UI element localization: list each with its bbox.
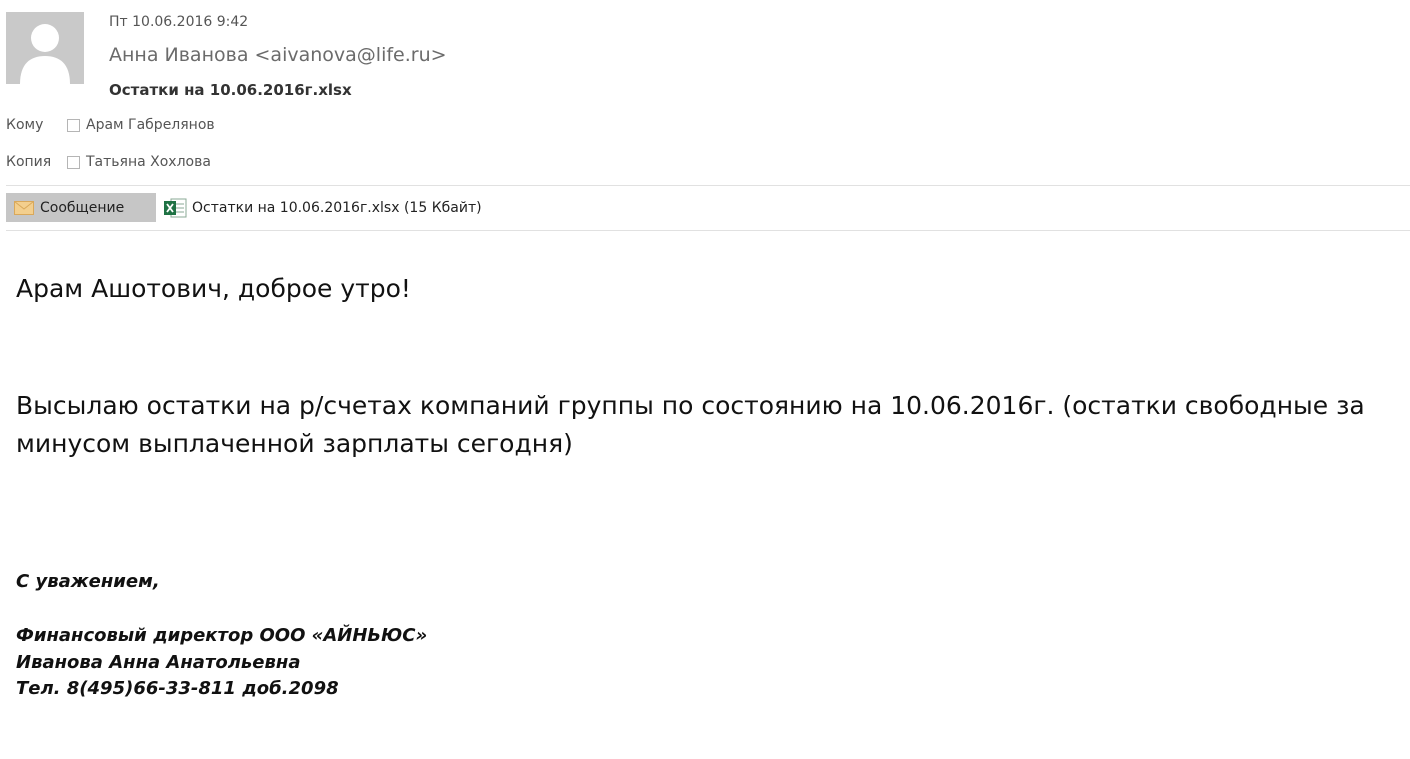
attachment-name: Остатки на 10.06.2016г.xlsx (15 Кбайт) <box>192 200 482 216</box>
signature-position: Финансовый директор ООО «АЙНЬЮС» <box>16 625 428 646</box>
excel-file-icon <box>163 197 187 219</box>
recipient-checkbox[interactable] <box>67 155 80 169</box>
email-subject: Остатки на 10.06.2016г.xlsx <box>109 81 352 99</box>
cc-label: Копия <box>6 154 52 170</box>
email-reading-pane: Пт 10.06.2016 9:42 Анна Иванова <aivanov… <box>0 0 1410 759</box>
person-silhouette-icon <box>6 12 84 84</box>
sent-date: Пт 10.06.2016 9:42 <box>109 14 249 30</box>
sender-avatar <box>6 12 84 84</box>
body-line-2: минусом выплаченной зарплаты сегодня) <box>16 429 573 458</box>
body-line-1: Высылаю остатки на р/счетах компаний гру… <box>16 391 1365 420</box>
signature-phone: Тел. 8(495)66-33-811 доб.2098 <box>16 678 339 699</box>
to-recipient[interactable]: Арам Габрелянов <box>67 117 215 133</box>
body-divider <box>6 230 1410 231</box>
greeting-text: Арам Ашотович, доброе утро! <box>16 274 411 303</box>
to-label: Кому <box>6 117 44 133</box>
recipient-checkbox[interactable] <box>67 118 80 132</box>
to-recipient-name: Арам Габрелянов <box>86 117 215 133</box>
cc-recipient-name: Татьяна Хохлова <box>86 154 211 170</box>
signature-name: Иванова Анна Анатольевна <box>16 652 301 673</box>
signature-closing: С уважением, <box>16 571 160 592</box>
header-divider <box>6 185 1410 186</box>
message-tab[interactable]: Сообщение <box>6 193 156 222</box>
message-tab-label: Сообщение <box>40 199 125 216</box>
cc-recipient[interactable]: Татьяна Хохлова <box>67 154 211 170</box>
attachment-item[interactable]: Остатки на 10.06.2016г.xlsx (15 Кбайт) <box>163 195 482 221</box>
envelope-icon <box>14 200 34 215</box>
sender-name[interactable]: Анна Иванова <aivanova@life.ru> <box>109 44 447 66</box>
